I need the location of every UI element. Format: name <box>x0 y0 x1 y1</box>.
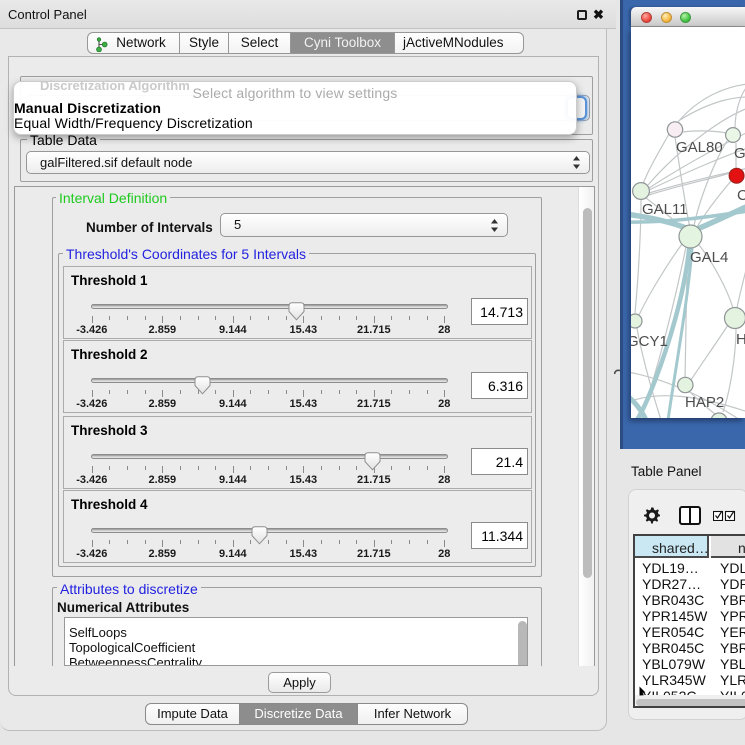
svg-text:GA: GA <box>734 145 745 162</box>
svg-text:GAL11: GAL11 <box>642 201 688 218</box>
svg-text:HIS: HIS <box>736 331 745 348</box>
svg-text:GAL4: GAL4 <box>690 249 728 266</box>
svg-text:GAL80: GAL80 <box>676 139 723 156</box>
svg-text:GCY1: GCY1 <box>631 333 668 350</box>
svg-text:HAP2: HAP2 <box>685 394 724 411</box>
svg-text:CY: CY <box>737 187 745 204</box>
